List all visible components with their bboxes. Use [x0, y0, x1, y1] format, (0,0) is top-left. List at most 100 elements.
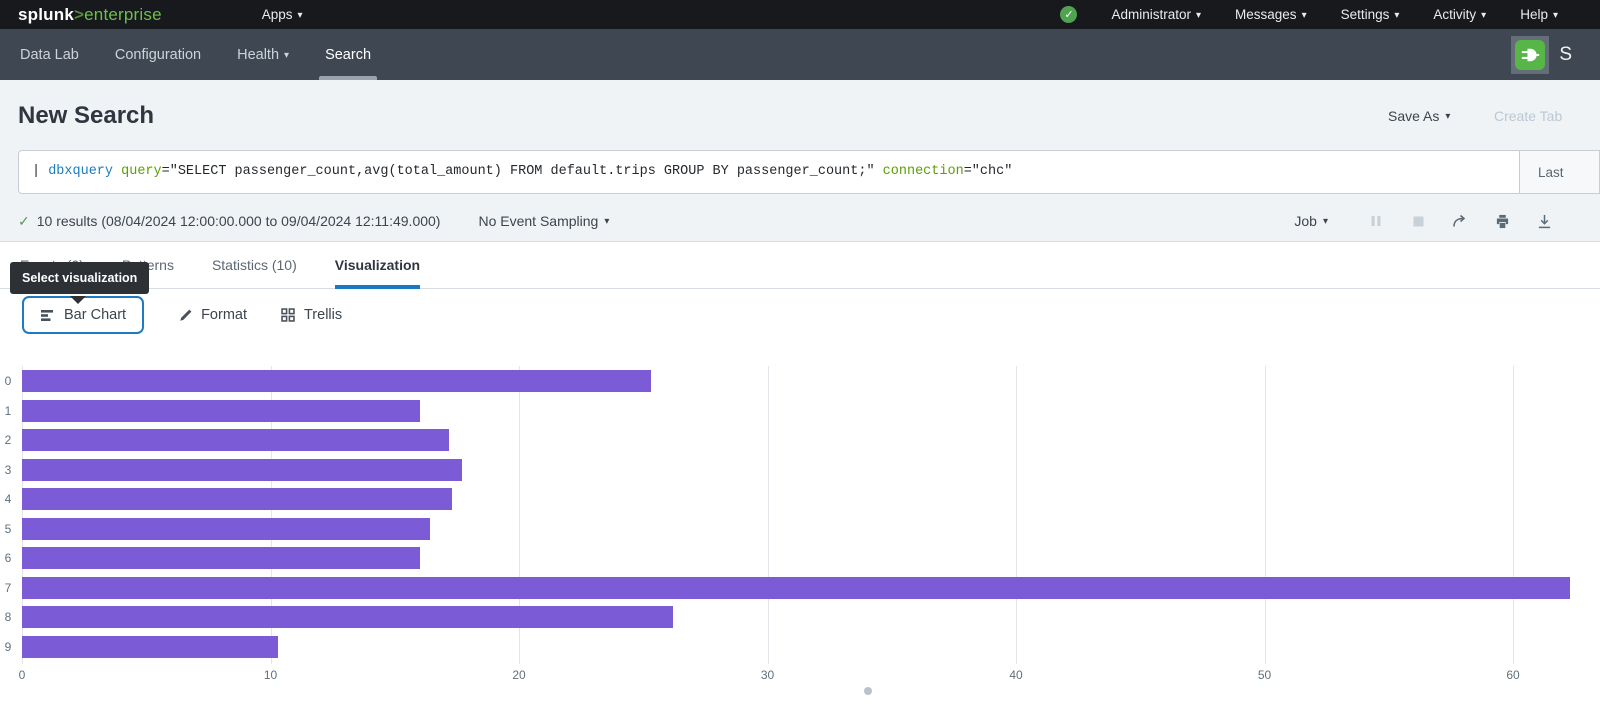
bar-0[interactable]: [22, 370, 651, 392]
gridline: [1265, 366, 1266, 664]
event-sampling-label: No Event Sampling: [478, 213, 598, 229]
bar-8[interactable]: [22, 606, 673, 628]
query-command: dbxquery: [48, 164, 113, 179]
query-arg-value: "chc": [972, 164, 1013, 179]
help-menu-label: Help: [1520, 7, 1548, 22]
plug-icon: [1515, 40, 1545, 70]
nav-item-search[interactable]: Search: [325, 29, 371, 80]
x-axis-tick-label: 50: [1258, 668, 1271, 682]
health-check-icon[interactable]: ✓: [1060, 6, 1077, 23]
bar-6[interactable]: [22, 547, 420, 569]
event-sampling-dropdown[interactable]: No Event Sampling ▾: [478, 213, 609, 229]
chevron-down-icon: ▾: [1445, 112, 1450, 122]
logo-gt: >: [74, 5, 84, 24]
y-axis-tick-label: 8: [0, 610, 16, 624]
messages-menu[interactable]: Messages ▾: [1235, 7, 1307, 22]
results-check-icon: ✓: [18, 213, 30, 230]
y-axis-tick-label: 1: [0, 404, 16, 418]
tab-visualization[interactable]: Visualization: [335, 241, 420, 289]
create-table-button[interactable]: Create Tab: [1494, 108, 1562, 124]
y-axis-tick-label: 7: [0, 581, 16, 595]
help-menu[interactable]: Help ▾: [1520, 7, 1558, 22]
splunk-logo: splunk>enterprise: [18, 5, 162, 25]
x-axis-tick-label: 40: [1009, 668, 1022, 682]
chevron-down-icon: ▾: [1196, 11, 1201, 21]
search-status-row: ✓ 10 results (08/04/2024 12:00:00.000 to…: [0, 203, 1600, 239]
administrator-menu[interactable]: Administrator ▾: [1111, 7, 1201, 22]
y-axis-tick-label: 0: [0, 374, 16, 388]
topbar-right: ✓ Administrator ▾ Messages ▾ Settings ▾ …: [1060, 6, 1600, 23]
x-axis-tick-label: 60: [1506, 668, 1519, 682]
query-arg-key: query: [113, 164, 162, 179]
bar-4[interactable]: [22, 488, 452, 510]
stop-icon[interactable]: [1410, 213, 1426, 229]
job-menu[interactable]: Job ▾: [1294, 213, 1328, 229]
y-axis-tick-label: 2: [0, 433, 16, 447]
activity-menu-label: Activity: [1433, 7, 1476, 22]
time-range-label: Last: [1538, 165, 1564, 180]
results-tabs: Events (0) Patterns Statistics (10) Visu…: [0, 241, 1600, 289]
app-nav-bar: Data Lab Configuration Health ▾ Search S: [0, 29, 1600, 80]
format-button[interactable]: Format: [178, 307, 247, 323]
nav-item-label: Health: [237, 47, 279, 63]
nav-item-label: Data Lab: [20, 47, 79, 63]
bar-2[interactable]: [22, 429, 449, 451]
trellis-button[interactable]: Trellis: [281, 307, 342, 323]
settings-menu[interactable]: Settings ▾: [1341, 7, 1400, 22]
gridline: [768, 366, 769, 664]
administrator-menu-label: Administrator: [1111, 7, 1191, 22]
bar-9[interactable]: [22, 636, 278, 658]
select-visualization-tooltip: Select visualization: [10, 262, 149, 294]
gridline: [1016, 366, 1017, 664]
save-as-button[interactable]: Save As ▾: [1388, 108, 1450, 124]
tab-label: Statistics (10): [212, 257, 297, 273]
bar-chart-icon: [40, 308, 55, 323]
download-icon[interactable]: [1536, 213, 1552, 229]
nav-item-health[interactable]: Health ▾: [237, 29, 289, 80]
bar-1[interactable]: [22, 400, 420, 422]
tooltip-caret: [70, 296, 86, 304]
top-bar: splunk>enterprise Apps ▾ ✓ Administrator…: [0, 0, 1600, 29]
nav-item-configuration[interactable]: Configuration: [115, 29, 201, 80]
bar-5[interactable]: [22, 518, 430, 540]
apps-menu[interactable]: Apps ▾: [262, 7, 303, 22]
db-connect-app-icon[interactable]: [1511, 36, 1549, 74]
chevron-down-icon: ▾: [1394, 11, 1399, 21]
query-eq: =: [162, 164, 170, 179]
app-title-clipped: S: [1559, 44, 1572, 66]
chevron-down-icon: ▾: [1323, 217, 1328, 227]
tab-label: Visualization: [335, 257, 420, 273]
pencil-icon: [178, 308, 193, 323]
query-eq: =: [964, 164, 972, 179]
job-controls: Job ▾: [1294, 213, 1600, 229]
pause-icon[interactable]: [1368, 213, 1384, 229]
activity-menu[interactable]: Activity ▾: [1433, 7, 1486, 22]
y-axis-tick-label: 9: [0, 640, 16, 654]
x-axis-tick-label: 20: [512, 668, 525, 682]
carousel-dot[interactable]: [864, 687, 872, 695]
search-bar: | dbxquery query="SELECT passenger_count…: [18, 150, 1600, 194]
page-header: New Search Save As ▾ Create Tab: [0, 80, 1600, 150]
results-count-text: 10 results (08/04/2024 12:00:00.000 to 0…: [37, 213, 441, 229]
tab-statistics[interactable]: Statistics (10): [212, 241, 297, 289]
chart-plot-area: [22, 366, 1600, 666]
nav-item-data-lab[interactable]: Data Lab: [20, 29, 79, 80]
share-icon[interactable]: [1452, 213, 1468, 229]
y-axis-tick-label: 3: [0, 463, 16, 477]
x-axis-tick-label: 10: [264, 668, 277, 682]
trellis-grid-icon: [281, 308, 296, 323]
job-menu-label: Job: [1294, 213, 1317, 229]
bar-chart: 0123456789 0102030405060: [0, 366, 1600, 696]
tooltip-text: Select visualization: [22, 271, 137, 285]
bar-7[interactable]: [22, 577, 1570, 599]
nav-item-label: Configuration: [115, 47, 201, 63]
time-range-picker[interactable]: Last: [1519, 151, 1599, 193]
print-icon[interactable]: [1494, 213, 1510, 229]
chevron-down-icon: ▾: [1553, 11, 1558, 21]
chart-type-label: Bar Chart: [64, 307, 126, 323]
x-axis-tick-label: 0: [19, 668, 26, 682]
nav-item-label: Search: [325, 47, 371, 63]
bar-3[interactable]: [22, 459, 462, 481]
x-axis-tick-label: 30: [761, 668, 774, 682]
search-query-input[interactable]: | dbxquery query="SELECT passenger_count…: [19, 151, 1519, 193]
